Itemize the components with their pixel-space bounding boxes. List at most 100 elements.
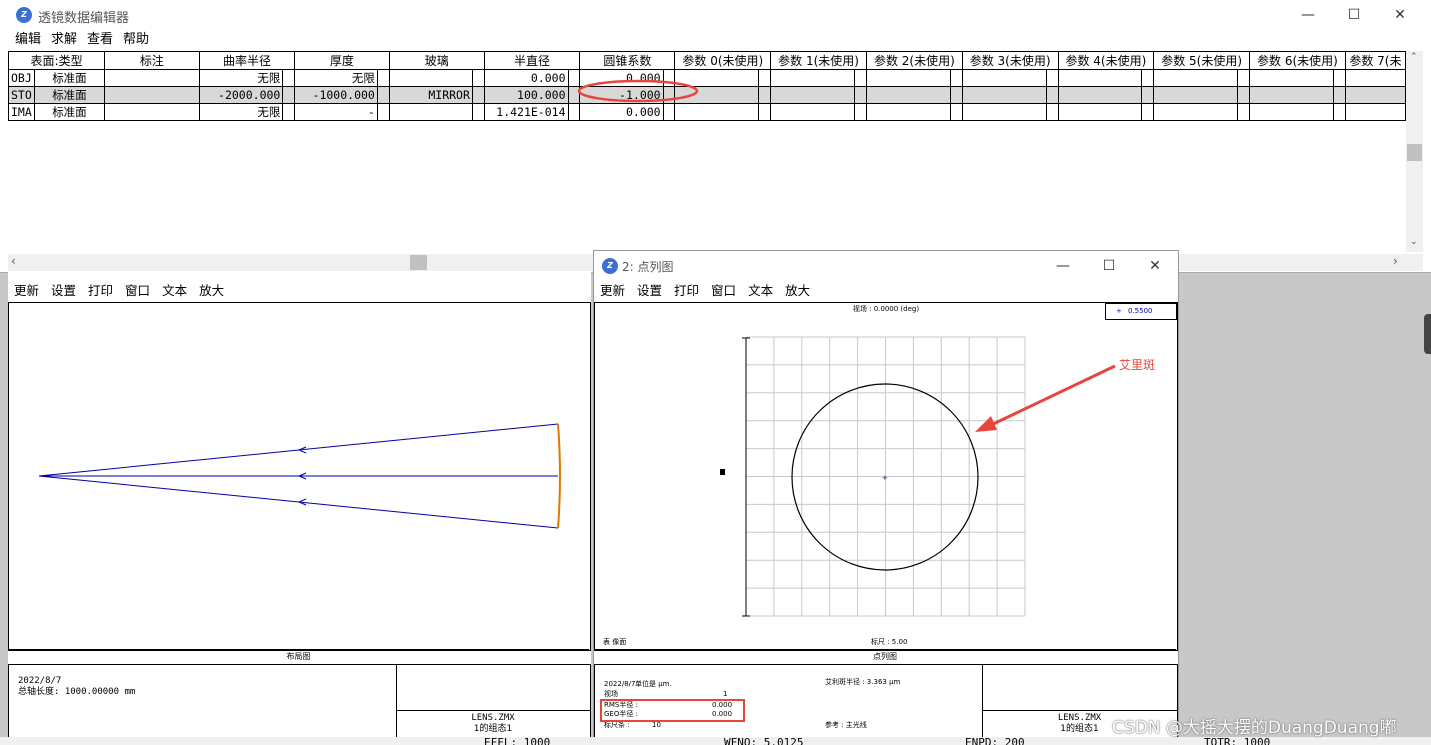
cell-comment[interactable] — [104, 86, 200, 104]
cell-surface[interactable]: IMA — [8, 103, 35, 121]
cell-semi-diameter[interactable]: 0.000 — [483, 69, 569, 87]
col-surface-type[interactable]: 表面:类型 — [8, 51, 106, 70]
col-thickness[interactable]: 厚度 — [294, 51, 390, 70]
cell-par[interactable] — [674, 103, 760, 121]
cell-type[interactable]: 标准面 — [33, 69, 106, 87]
cell-solve[interactable] — [854, 69, 867, 87]
cell-par[interactable] — [1344, 103, 1406, 121]
cell-type[interactable]: 标准面 — [33, 103, 106, 121]
cell-solve[interactable] — [758, 69, 772, 87]
cell-comment[interactable] — [104, 69, 200, 87]
cell-thickness[interactable]: 无限 — [294, 69, 378, 87]
scroll-up-arrow-icon[interactable]: ⌃ — [1410, 52, 1418, 62]
cell-solve[interactable] — [1141, 86, 1155, 104]
cell-par[interactable] — [1153, 86, 1239, 104]
cell-type[interactable]: 标准面 — [33, 86, 106, 104]
col-par0[interactable]: 参数 0(未使用) — [674, 51, 772, 70]
col-semi-diameter[interactable]: 半直径 — [483, 51, 581, 70]
spot-text[interactable]: 文本 — [742, 281, 779, 301]
col-par5[interactable]: 参数 5(未使用) — [1153, 51, 1251, 70]
menu-solve[interactable]: 求解 — [46, 30, 82, 50]
close-button[interactable]: ✕ — [1377, 0, 1423, 30]
col-par2[interactable]: 参数 2(未使用) — [865, 51, 963, 70]
layout-print[interactable]: 打印 — [82, 281, 119, 301]
cell-par[interactable] — [865, 86, 951, 104]
spot-titlebar[interactable]: Z 2: 点列图 — ☐ ✕ — [594, 251, 1178, 281]
cell-par[interactable] — [1057, 69, 1143, 87]
col-glass[interactable]: 玻璃 — [388, 51, 485, 70]
col-radius[interactable]: 曲率半径 — [198, 51, 296, 70]
spot-print[interactable]: 打印 — [668, 281, 705, 301]
cell-par[interactable] — [865, 103, 951, 121]
layout-update[interactable]: 更新 — [8, 281, 45, 301]
cell-solve[interactable] — [471, 86, 485, 104]
cell-solve[interactable] — [1332, 86, 1346, 104]
cell-par[interactable] — [1249, 103, 1334, 121]
cell-solve[interactable] — [1237, 69, 1251, 87]
layout-zoom[interactable]: 放大 — [193, 281, 230, 301]
spot-minimize-button[interactable]: — — [1040, 251, 1086, 281]
menu-edit[interactable]: 编辑 — [10, 30, 46, 50]
menu-view[interactable]: 查看 — [82, 30, 118, 50]
minimize-button[interactable]: — — [1285, 0, 1331, 30]
spot-settings[interactable]: 设置 — [631, 281, 668, 301]
cell-solve[interactable] — [471, 69, 485, 87]
col-comment[interactable]: 标注 — [104, 51, 200, 70]
cell-solve[interactable] — [1332, 103, 1346, 121]
cell-conic[interactable]: 0.000 — [579, 103, 664, 121]
maximize-button[interactable]: ☐ — [1331, 0, 1377, 30]
col-conic[interactable]: 圆锥系数 — [579, 51, 676, 70]
vertical-scroll-thumb[interactable] — [1407, 144, 1422, 161]
cell-solve[interactable] — [1332, 69, 1346, 87]
cell-solve[interactable] — [854, 86, 867, 104]
cell-solve[interactable] — [1237, 86, 1251, 104]
cell-solve[interactable] — [949, 103, 963, 121]
cell-glass[interactable] — [388, 69, 473, 87]
cell-par[interactable] — [1153, 69, 1239, 87]
menu-help[interactable]: 帮助 — [118, 30, 154, 50]
cell-solve[interactable] — [567, 103, 581, 121]
cell-par[interactable] — [1057, 86, 1143, 104]
layout-settings[interactable]: 设置 — [45, 281, 82, 301]
scroll-down-arrow-icon[interactable]: ⌄ — [1410, 237, 1418, 247]
cell-solve[interactable] — [854, 103, 867, 121]
cell-solve[interactable] — [949, 86, 963, 104]
cell-par[interactable] — [770, 69, 855, 87]
cell-solve[interactable] — [1045, 69, 1059, 87]
cell-solve[interactable] — [758, 103, 772, 121]
layout-text[interactable]: 文本 — [156, 281, 193, 301]
cell-solve[interactable] — [1045, 103, 1059, 121]
cell-thickness[interactable]: -1000.000 — [294, 86, 378, 104]
table-row[interactable]: OBJ 标准面 无限 无限 0.000 0.000 — [8, 69, 1406, 87]
cell-par[interactable] — [961, 69, 1047, 87]
cell-solve[interactable] — [282, 86, 296, 104]
cell-glass[interactable] — [388, 103, 473, 121]
cell-solve[interactable] — [376, 86, 390, 104]
cell-par[interactable] — [1153, 103, 1239, 121]
cell-solve[interactable] — [282, 103, 296, 121]
cell-solve[interactable] — [1141, 69, 1155, 87]
col-par6[interactable]: 参数 6(未使用) — [1249, 51, 1346, 70]
cell-solve[interactable] — [662, 103, 676, 121]
cell-thickness[interactable]: - — [294, 103, 378, 121]
spot-maximize-button[interactable]: ☐ — [1086, 251, 1132, 281]
cell-surface[interactable]: OBJ — [8, 69, 35, 87]
vertical-scrollbar[interactable]: ⌃ ⌄ — [1406, 51, 1423, 252]
cell-solve[interactable] — [1141, 103, 1155, 121]
layout-window-menu[interactable]: 窗口 — [119, 281, 156, 301]
cell-solve[interactable] — [1045, 86, 1059, 104]
cell-surface[interactable]: STO — [8, 86, 35, 104]
cell-solve[interactable] — [949, 69, 963, 87]
col-par7[interactable]: 参数 7(未 — [1344, 51, 1406, 70]
cell-par[interactable] — [770, 86, 855, 104]
cell-par[interactable] — [1057, 103, 1143, 121]
spot-zoom[interactable]: 放大 — [779, 281, 816, 301]
col-par4[interactable]: 参数 4(未使用) — [1057, 51, 1155, 70]
cell-semi-diameter[interactable]: 100.000 — [483, 86, 569, 104]
cell-solve[interactable] — [376, 103, 390, 121]
scroll-left-arrow-icon[interactable]: ‹ — [11, 254, 16, 268]
scroll-right-arrow-icon[interactable]: › — [1393, 254, 1398, 268]
horizontal-scroll-thumb[interactable] — [410, 255, 427, 270]
table-row-selected[interactable]: STO 标准面 -2000.000 -1000.000 MIRROR 100.0… — [8, 86, 1406, 104]
cell-solve[interactable] — [376, 69, 390, 87]
